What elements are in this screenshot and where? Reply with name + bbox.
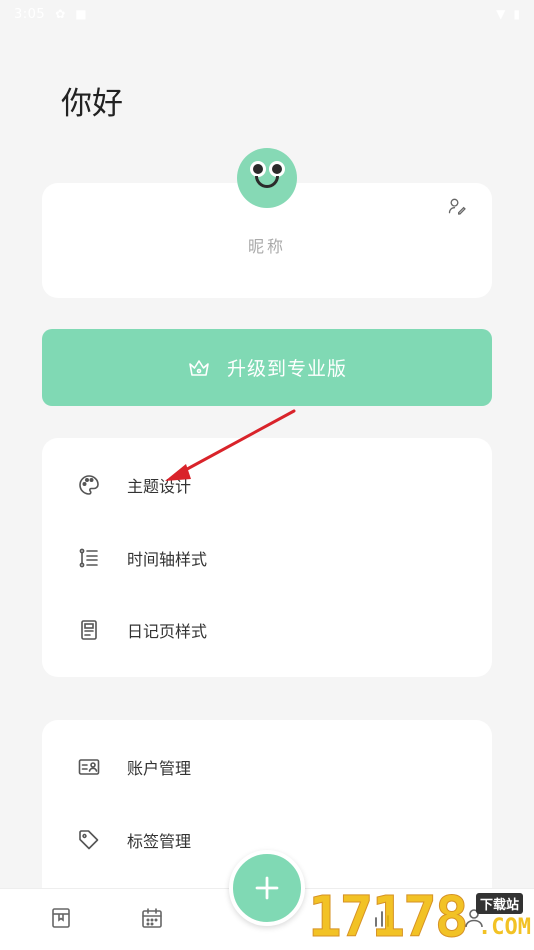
tag-icon <box>79 830 99 850</box>
upgrade-label: 升级到专业版 <box>226 358 347 380</box>
palette-icon <box>79 475 99 495</box>
watermark-digits: 17178 <box>308 885 470 950</box>
app-notification-icon: ■ <box>75 7 87 21</box>
menu-item-theme-design[interactable]: 主题设计 <box>42 463 492 507</box>
page-title: 你好 <box>61 86 123 122</box>
battery-icon: ▮ <box>513 7 520 21</box>
site-watermark-logo: 17178 下载站 .COM <box>308 885 534 950</box>
menu-item-label: 时间轴样式 <box>127 550 208 569</box>
menu-item-label: 日记页样式 <box>127 622 208 641</box>
menu-item-diary-page-style[interactable]: 日记页样式 <box>42 608 492 652</box>
crown-icon <box>189 359 209 376</box>
edit-profile-icon[interactable] <box>447 196 467 216</box>
account-card-icon <box>78 759 100 775</box>
appearance-settings-card: 主题设计 时间轴样式 日记页样式 <box>42 438 492 677</box>
watermark-suffix: .COM <box>478 915 531 940</box>
notification-icon: ✿ <box>55 7 66 21</box>
calendar-icon[interactable] <box>140 906 164 930</box>
nickname-label[interactable]: 昵称 <box>42 233 492 257</box>
wifi-icon: ▼ <box>496 7 506 21</box>
menu-item-label: 账户管理 <box>127 759 192 778</box>
upgrade-pro-button[interactable]: 升级到专业版 <box>42 329 492 406</box>
avatar-left-eye <box>250 161 266 177</box>
diary-book-icon[interactable] <box>49 906 73 930</box>
menu-item-label: 主题设计 <box>127 477 192 496</box>
avatar-mouth <box>255 176 279 188</box>
menu-item-timeline-style[interactable]: 时间轴样式 <box>42 536 492 580</box>
status-bar: 3:05 ✿ ■ ▼ ▮ <box>0 0 534 28</box>
add-entry-button[interactable] <box>229 850 305 926</box>
avatar[interactable] <box>237 148 297 208</box>
menu-item-label: 标签管理 <box>127 832 192 851</box>
plus-icon <box>255 876 279 900</box>
avatar-right-eye <box>269 161 285 177</box>
menu-item-account-management[interactable]: 账户管理 <box>42 745 492 789</box>
timeline-list-icon <box>79 548 98 568</box>
page-icon <box>81 620 97 640</box>
watermark-badge: 下载站 <box>476 893 524 914</box>
status-time: 3:05 <box>14 6 46 22</box>
